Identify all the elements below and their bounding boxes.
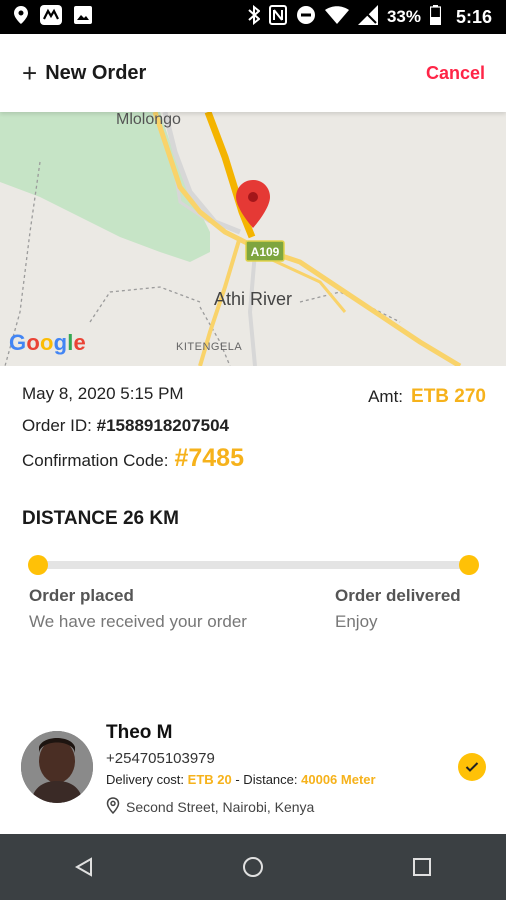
recents-button[interactable] <box>392 847 452 887</box>
map-label-kitengela: KITENGELA <box>176 341 242 353</box>
app-icon <box>40 4 62 30</box>
bluetooth-icon <box>248 4 261 30</box>
delivery-cost-value: ETB 20 <box>187 772 232 787</box>
progress-dot-start <box>28 555 48 575</box>
checkmark-icon[interactable] <box>458 753 486 781</box>
progress-dot-end <box>459 555 479 575</box>
order-id-label: Order ID: <box>22 416 92 435</box>
nfc-icon <box>268 4 287 30</box>
address-text: Second Street, Nairobi, Kenya <box>126 799 315 815</box>
step-title-placed: Order placed <box>29 586 134 605</box>
signal-icon <box>357 4 378 30</box>
confirmation-code: Confirmation Code: #7485 <box>22 444 244 473</box>
order-id-value: #1588918207504 <box>96 416 230 435</box>
image-icon <box>74 5 92 29</box>
order-id: Order ID: #1588918207504 <box>22 416 229 436</box>
system-nav-bar <box>0 834 506 900</box>
delivery-details: Delivery cost: ETB 20 - Distance: 40006 … <box>106 772 376 787</box>
distance-value: 40006 Meter <box>301 772 376 787</box>
page-title: New Order <box>45 61 147 84</box>
avatar <box>21 731 93 803</box>
order-amount: Amt: ETB 270 <box>368 386 486 408</box>
map-label-athi-river: Athi River <box>214 289 292 309</box>
recents-square-icon <box>412 858 431 876</box>
battery-icon <box>429 4 442 30</box>
map-label-mlolongo: Mlolongo <box>116 112 181 128</box>
road-label: A109 <box>251 245 280 259</box>
clock: 5:16 <box>455 6 492 27</box>
courier-phone[interactable]: +254705103979 <box>106 750 215 767</box>
distance-heading: DISTANCE 26 KM <box>22 508 179 529</box>
home-button[interactable] <box>223 847 283 887</box>
status-bar: 33% 5:16 <box>0 0 506 34</box>
battery-percent: 33% <box>386 7 421 26</box>
step-subtitle-delivered: Enjoy <box>335 612 378 631</box>
amount-label: Amt: <box>368 387 404 406</box>
plus-icon: + <box>22 58 38 88</box>
location-icon <box>14 5 28 29</box>
step-subtitle-placed: We have received your order <box>29 612 247 631</box>
amount-value: ETB 270 <box>411 386 486 407</box>
map-view[interactable]: A109 Mlolongo Athi River KITENGELA Googl… <box>0 112 506 366</box>
confirmation-label: Confirmation Code: <box>22 451 169 470</box>
courier-name: Theo M <box>106 722 173 743</box>
cancel-button[interactable]: Cancel <box>426 63 485 84</box>
home-circle-icon <box>242 857 263 877</box>
courier-address: Second Street, Nairobi, Kenya <box>106 797 314 817</box>
delivery-cost-label: Delivery cost: <box>106 772 185 787</box>
step-title-delivered: Order delivered <box>335 586 461 605</box>
confirmation-value: #7485 <box>174 444 244 472</box>
app-header: + New Order Cancel <box>0 34 506 112</box>
order-datetime: May 8, 2020 5:15 PM <box>22 384 184 403</box>
location-pin-outline-icon <box>106 797 120 817</box>
back-button[interactable] <box>54 847 114 887</box>
back-triangle-icon <box>75 857 93 877</box>
progress-track <box>38 561 470 569</box>
wifi-icon <box>324 5 349 29</box>
dnd-icon <box>296 5 316 30</box>
distance-label: - Distance: <box>235 772 298 787</box>
google-logo: Google <box>9 330 86 355</box>
